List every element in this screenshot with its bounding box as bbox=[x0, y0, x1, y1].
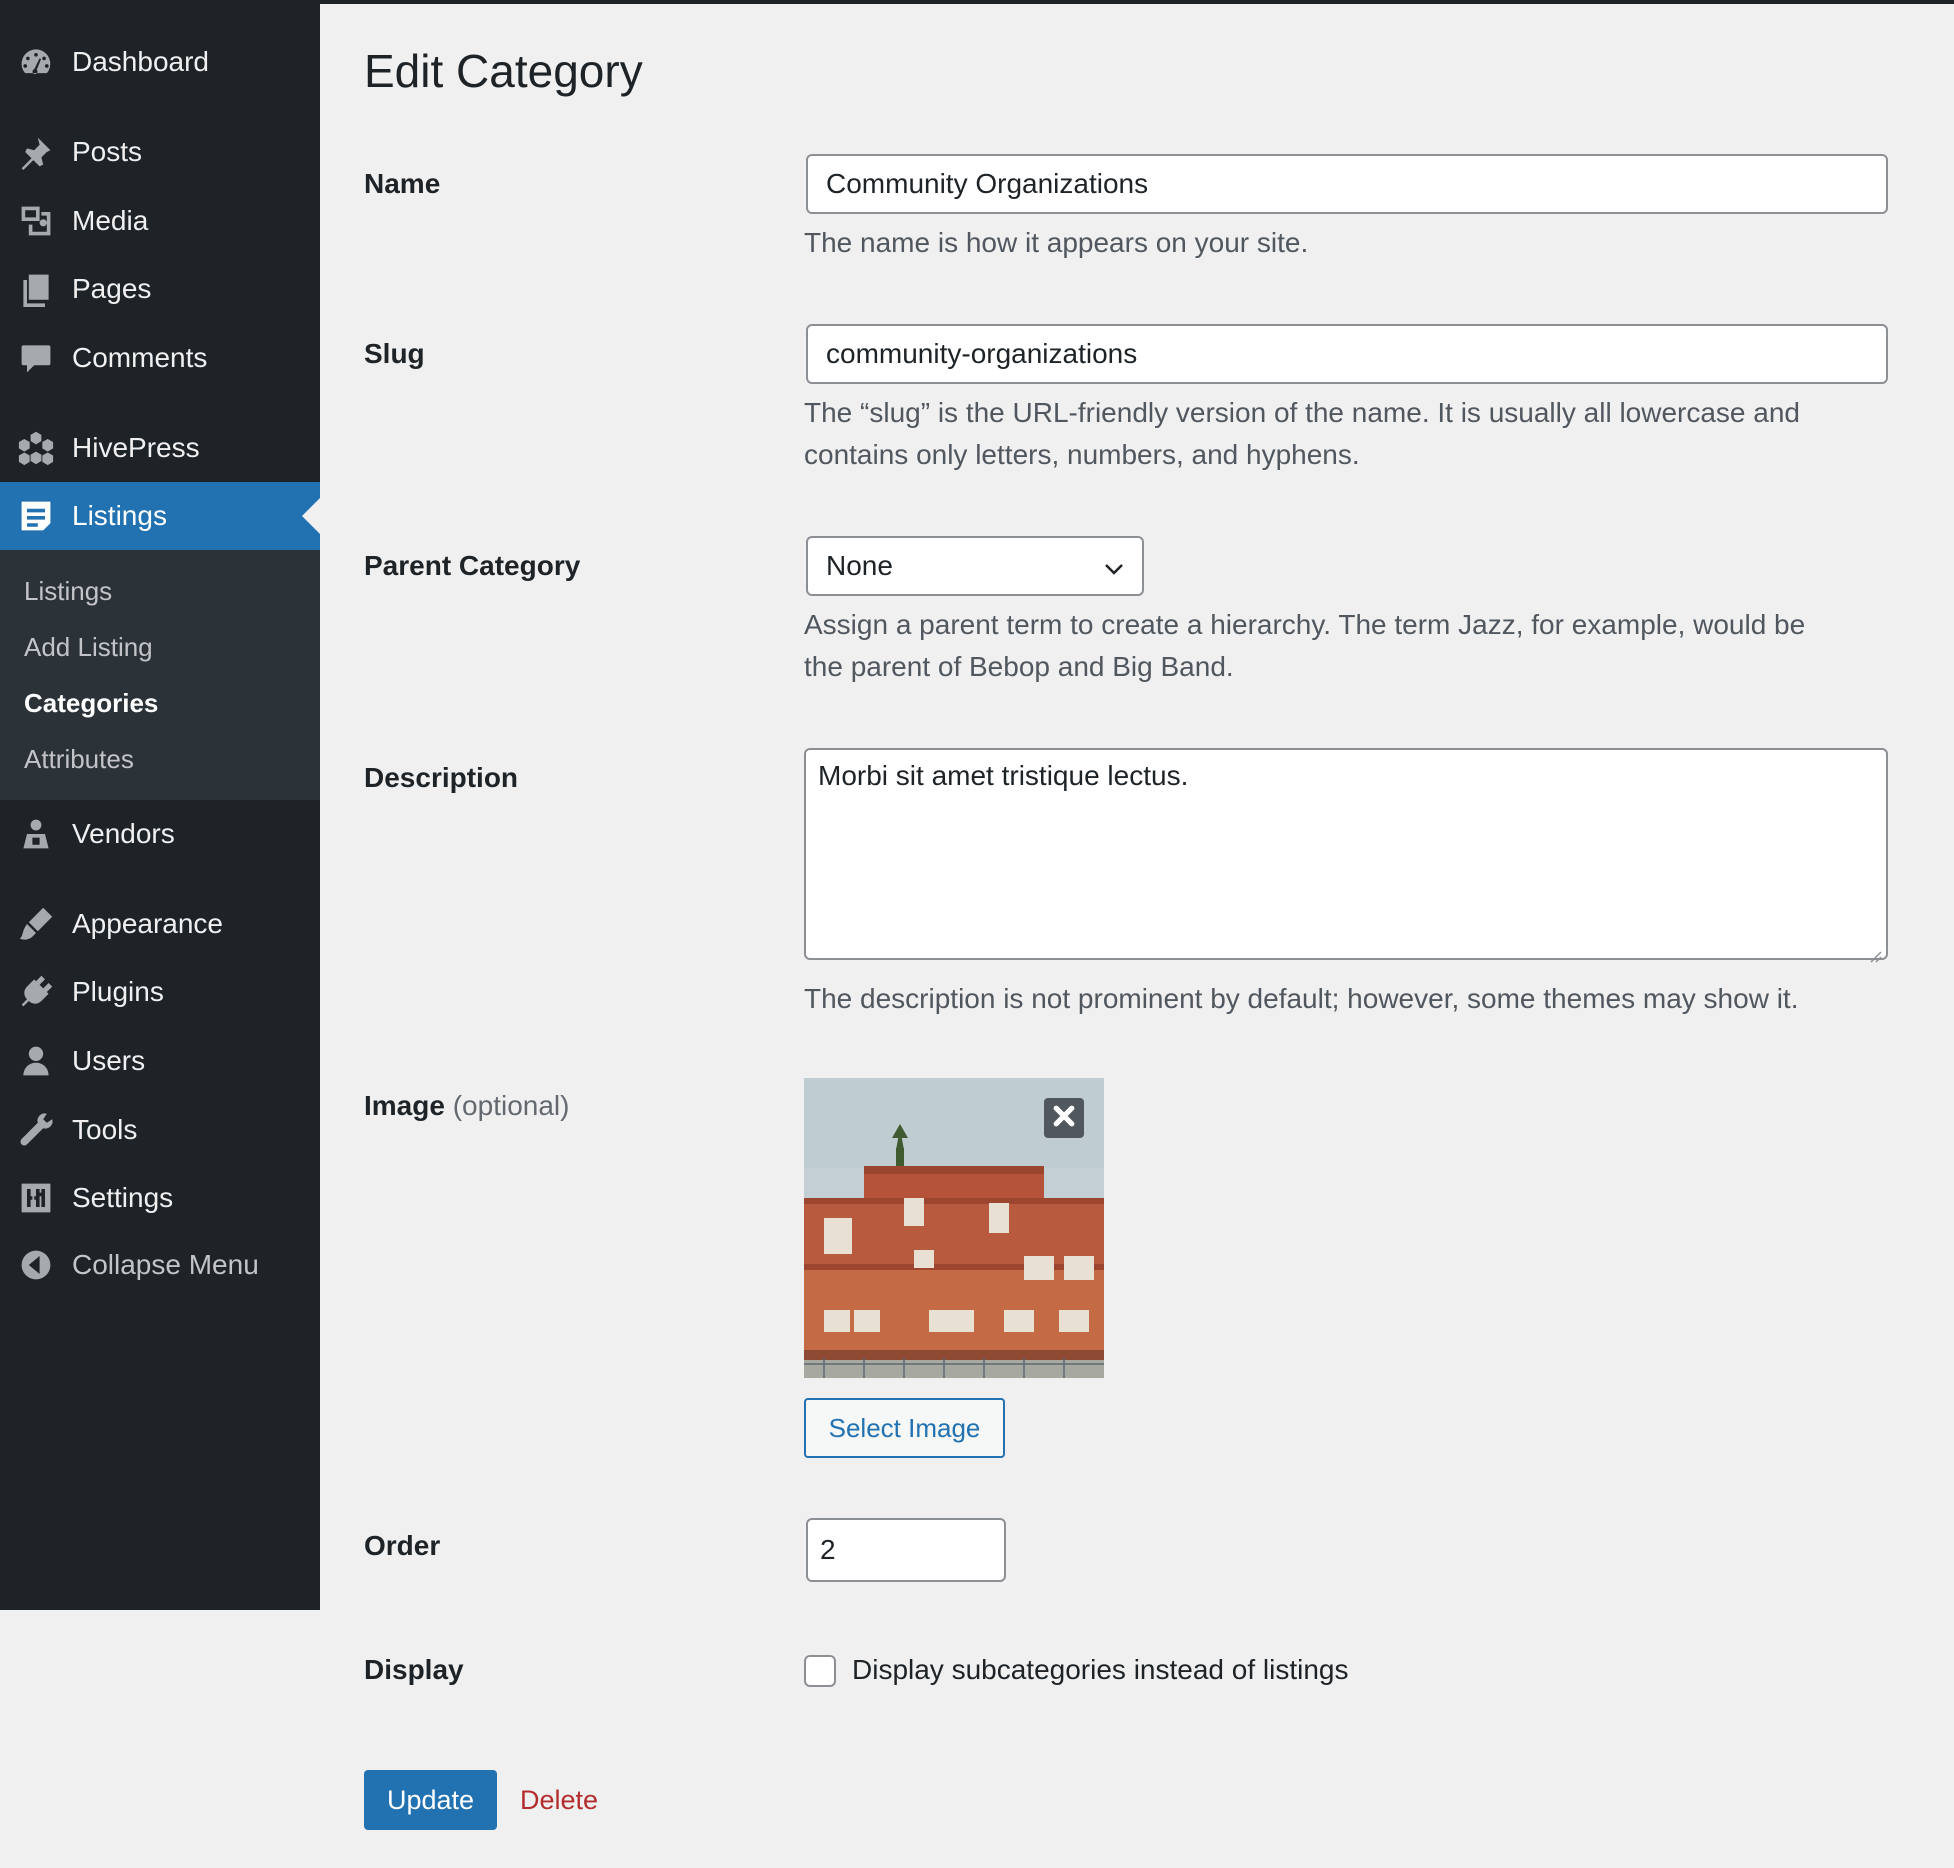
user-icon bbox=[18, 1043, 54, 1079]
menu-label: Posts bbox=[72, 136, 143, 167]
description-value: Morbi sit amet tristique lectus. bbox=[818, 760, 1189, 791]
parent-help-line1: Assign a parent term to create a hierarc… bbox=[804, 609, 1806, 640]
menu-item-vendors[interactable]: Vendors bbox=[0, 800, 320, 868]
name-input[interactable]: Community Organizations bbox=[806, 154, 1888, 214]
menu-item-tools[interactable]: Tools bbox=[0, 1096, 320, 1164]
menu-item-media[interactable]: Media bbox=[0, 187, 320, 255]
menu-label: Media bbox=[72, 205, 149, 236]
menu-item-users[interactable]: Users bbox=[0, 1027, 320, 1095]
collapse-icon bbox=[18, 1247, 54, 1283]
wrench-icon bbox=[18, 1112, 54, 1148]
listings-icon bbox=[18, 498, 54, 534]
page-title: Edit Category bbox=[364, 45, 643, 97]
settings-icon bbox=[18, 1180, 54, 1216]
display-subcategories-label[interactable]: Display subcategories instead of listing… bbox=[852, 1654, 1348, 1686]
menu-item-hivepress[interactable]: HivePress bbox=[0, 414, 320, 482]
order-label: Order bbox=[364, 1530, 441, 1561]
order-input[interactable]: 2 bbox=[806, 1518, 1006, 1582]
menu-label: Pages bbox=[72, 273, 152, 304]
collapse-menu-button[interactable]: Collapse Menu bbox=[0, 1231, 320, 1299]
vendor-icon bbox=[18, 816, 54, 852]
submenu-item-listings[interactable]: Listings bbox=[24, 576, 112, 607]
menu-label: Listings bbox=[72, 500, 167, 531]
menu-label: Users bbox=[72, 1045, 146, 1076]
menu-label: Comments bbox=[72, 342, 208, 373]
select-image-button[interactable]: Select Image bbox=[804, 1398, 1005, 1458]
dashboard-icon bbox=[18, 44, 54, 80]
slug-help-line1: The “slug” is the URL-friendly version o… bbox=[804, 397, 1800, 428]
chevron-down-icon bbox=[1102, 556, 1126, 580]
description-help: The description is not prominent by defa… bbox=[804, 983, 1799, 1014]
delete-link[interactable]: Delete bbox=[520, 1785, 598, 1816]
slug-help-line2: contains only letters, numbers, and hyph… bbox=[804, 439, 1360, 470]
image-label: Image (optional) bbox=[364, 1090, 569, 1122]
slug-input[interactable]: community-organizations bbox=[806, 324, 1888, 384]
listings-submenu: Listings Add Listing Categories Attribut… bbox=[0, 550, 320, 800]
menu-label: Vendors bbox=[72, 818, 175, 849]
menu-label: Collapse Menu bbox=[72, 1249, 259, 1280]
menu-item-pages[interactable]: Pages bbox=[0, 255, 320, 323]
comment-icon bbox=[18, 340, 54, 376]
menu-label: Tools bbox=[72, 1114, 138, 1145]
name-label: Name bbox=[364, 168, 441, 199]
submenu-item-add-listing[interactable]: Add Listing bbox=[24, 632, 153, 663]
menu-item-comments[interactable]: Comments bbox=[0, 324, 320, 392]
selected-value: None bbox=[826, 550, 893, 581]
submenu-item-attributes[interactable]: Attributes bbox=[24, 744, 134, 775]
update-button[interactable]: Update bbox=[364, 1770, 497, 1830]
resize-grip-icon[interactable] bbox=[1866, 938, 1882, 963]
media-icon bbox=[18, 203, 54, 239]
menu-label: Settings bbox=[72, 1182, 174, 1213]
menu-item-settings[interactable]: Settings bbox=[0, 1164, 320, 1232]
admin-sidebar: Dashboard Posts Media Pages Comments Hiv… bbox=[0, 0, 320, 1610]
menu-item-plugins[interactable]: Plugins bbox=[0, 958, 320, 1026]
brush-icon bbox=[18, 906, 54, 942]
image-label-text: Image bbox=[364, 1090, 445, 1121]
display-subcategories-checkbox[interactable] bbox=[804, 1655, 836, 1687]
plugin-icon bbox=[18, 974, 54, 1010]
description-label: Description bbox=[364, 762, 519, 793]
menu-item-posts[interactable]: Posts bbox=[0, 118, 320, 186]
pin-icon bbox=[18, 134, 54, 170]
hivepress-icon bbox=[18, 430, 54, 466]
menu-item-appearance[interactable]: Appearance bbox=[0, 890, 320, 958]
close-icon bbox=[1051, 1103, 1077, 1134]
name-help: The name is how it appears on your site. bbox=[804, 227, 1309, 258]
pages-icon bbox=[18, 271, 54, 307]
parent-category-select[interactable]: None bbox=[806, 536, 1144, 596]
description-textarea[interactable]: Morbi sit amet tristique lectus. bbox=[804, 748, 1888, 963]
menu-label: Plugins bbox=[72, 976, 164, 1007]
optional-hint: (optional) bbox=[452, 1090, 570, 1121]
parent-help-line2: the parent of Bebop and Big Band. bbox=[804, 651, 1234, 682]
remove-image-button[interactable] bbox=[1044, 1098, 1084, 1138]
parent-category-label: Parent Category bbox=[364, 550, 581, 581]
menu-item-listings[interactable]: Listings bbox=[0, 482, 320, 550]
menu-label: Appearance bbox=[72, 908, 224, 939]
menu-label: HivePress bbox=[72, 432, 200, 463]
menu-item-dashboard[interactable]: Dashboard bbox=[0, 28, 320, 96]
display-label: Display bbox=[364, 1654, 464, 1685]
submenu-item-categories[interactable]: Categories bbox=[24, 688, 158, 719]
slug-label: Slug bbox=[364, 338, 425, 369]
menu-label: Dashboard bbox=[72, 46, 209, 77]
